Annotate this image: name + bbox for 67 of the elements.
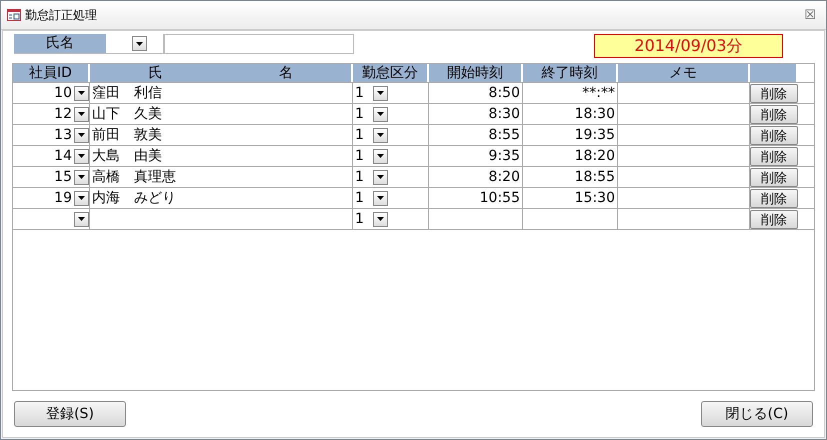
dropdown-icon	[373, 212, 388, 226]
column-header: 開始時刻	[429, 64, 523, 82]
delete-button[interactable]: 削除	[750, 126, 798, 144]
end-time-field[interactable]: **:**	[523, 83, 618, 103]
window-title: 勤怠訂正処理	[25, 6, 98, 24]
dropdown-icon	[74, 190, 89, 206]
date-label: 2014/09/03分	[594, 34, 783, 58]
form-button[interactable]: 登録(S)	[14, 401, 126, 427]
column-header: 勤怠区分	[353, 64, 429, 82]
type-combo[interactable]: 1	[353, 167, 429, 187]
start-time-field[interactable]: 8:20	[429, 167, 523, 187]
column-header: 終了時刻	[523, 64, 618, 82]
id-combo[interactable]: 12	[13, 104, 90, 124]
name-label: 氏名	[14, 34, 106, 53]
dropdown-icon	[373, 106, 388, 122]
dropdown-icon	[373, 128, 388, 142]
start-time-field[interactable]: 8:50	[429, 83, 523, 103]
type-combo[interactable]: 1	[353, 146, 429, 166]
delete-button[interactable]: 削除	[750, 168, 798, 186]
dropdown-icon	[74, 212, 89, 226]
type-combo[interactable]: 1	[353, 188, 429, 208]
delete-button[interactable]: 削除	[750, 146, 798, 166]
dropdown-icon	[74, 148, 89, 164]
start-time-field[interactable]: 9:35	[429, 146, 523, 166]
delete-button[interactable]: 削除	[750, 188, 798, 208]
dropdown-icon	[74, 106, 89, 122]
end-time-field[interactable]: 15:30	[523, 188, 618, 208]
id-combo[interactable]: 15	[13, 167, 90, 187]
close-button[interactable]: ☒	[804, 8, 816, 22]
name-cell: 内海 みどり	[90, 188, 353, 208]
delete-button[interactable]: 削除	[750, 84, 798, 102]
column-header: メモ	[618, 64, 750, 82]
id-combo[interactable]: 13	[13, 125, 90, 145]
dropdown-icon	[373, 170, 388, 184]
start-time-field[interactable]: 10:55	[429, 188, 523, 208]
column-header: 氏 名	[90, 64, 353, 82]
form-button[interactable]: 閉じる(C)	[701, 401, 813, 427]
end-time-field[interactable]: 18:30	[523, 104, 618, 124]
name-cell: 大島 由美	[90, 146, 353, 166]
start-time-field[interactable]: 8:30	[429, 104, 523, 124]
type-combo[interactable]: 1	[353, 125, 429, 145]
name-field[interactable]	[164, 34, 354, 53]
dropdown-icon	[373, 86, 388, 100]
dropdown-icon	[373, 148, 388, 164]
type-combo[interactable]: 1	[353, 209, 429, 229]
type-combo[interactable]: 1	[353, 104, 429, 124]
name-cell: 高橋 真理恵	[90, 167, 353, 187]
end-time-field[interactable]: 19:35	[523, 125, 618, 145]
dropdown-icon	[132, 36, 147, 51]
dropdown-icon	[74, 170, 89, 184]
end-time-field[interactable]: 18:55	[523, 167, 618, 187]
dropdown-icon	[74, 128, 89, 142]
form-icon	[7, 9, 21, 21]
id-combo[interactable]: 14	[13, 146, 90, 166]
name-cell: 窪田 利信	[90, 83, 353, 103]
name-cell: 山下 久美	[90, 104, 353, 124]
id-combo[interactable]: 10	[13, 83, 90, 103]
delete-button[interactable]: 削除	[750, 104, 798, 124]
start-time-field[interactable]: 8:55	[429, 125, 523, 145]
delete-button[interactable]: 削除	[750, 210, 798, 228]
column-header: 社員ID	[13, 64, 90, 82]
id-combo[interactable]: 19	[13, 188, 90, 208]
dropdown-icon	[373, 190, 388, 206]
type-combo[interactable]: 1	[353, 83, 429, 103]
dropdown-icon	[74, 86, 89, 100]
end-time-field[interactable]: 18:20	[523, 146, 618, 166]
name-cell: 前田 敦美	[90, 125, 353, 145]
